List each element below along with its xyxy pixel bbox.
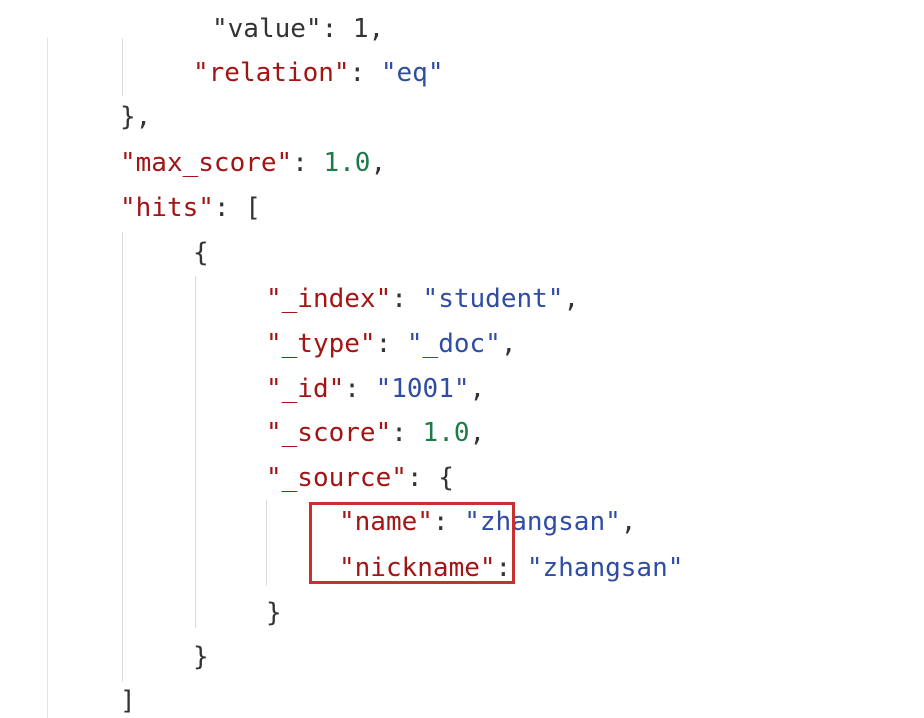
gutter-divider — [47, 38, 48, 718]
code-token: } — [193, 642, 209, 672]
code-token: : — [292, 148, 324, 178]
code-line: ] — [120, 686, 136, 716]
code-token: { — [193, 238, 209, 268]
code-token: "eq" — [380, 58, 444, 88]
indent-guide — [122, 38, 123, 96]
code-line: "_index": "student", — [266, 284, 579, 314]
code-line: } — [193, 642, 209, 672]
code-token: "_doc" — [406, 329, 501, 359]
code-line: { — [193, 238, 209, 268]
indent-guide — [122, 232, 123, 682]
highlight-box — [309, 502, 515, 584]
code-token: : — [344, 374, 376, 404]
code-line: "_type": "_doc", — [266, 329, 516, 359]
code-token: ] — [120, 686, 136, 716]
code-token: , — [469, 418, 486, 448]
code-line: } — [266, 598, 282, 628]
code-token: "_type" — [266, 329, 376, 359]
indent-guide — [195, 276, 196, 628]
code-token: , — [620, 507, 637, 537]
code-token: "_index" — [266, 284, 392, 314]
code-token: "1001" — [375, 374, 470, 404]
code-token: "hits" — [120, 193, 214, 223]
code-token: "_score" — [266, 418, 392, 448]
code-line: "value": 1, — [212, 14, 384, 44]
code-token: , — [370, 148, 387, 178]
code-token: "zhangsan" — [526, 553, 684, 583]
indent-guide — [266, 500, 267, 586]
code-token: : — [375, 329, 407, 359]
code-token: : [ — [213, 193, 261, 223]
code-token: : — [349, 58, 381, 88]
code-token: "value": 1, — [212, 14, 385, 44]
code-token: "student" — [422, 284, 564, 314]
code-line: "relation": "eq" — [193, 58, 443, 88]
code-line: }, — [120, 102, 151, 132]
code-token: : — [391, 418, 423, 448]
code-line: "_source": { — [266, 463, 454, 493]
code-line: "hits": [ — [120, 193, 261, 223]
code-token: , — [500, 329, 517, 359]
code-token: : — [391, 284, 423, 314]
code-token: "_id" — [266, 374, 345, 404]
code-token: }, — [120, 102, 152, 132]
code-token: , — [469, 374, 486, 404]
code-line: "max_score": 1.0, — [120, 148, 386, 178]
code-token: "relation" — [193, 58, 350, 88]
code-token: 1.0 — [323, 148, 371, 178]
code-line: "_score": 1.0, — [266, 418, 485, 448]
code-token: : { — [406, 463, 454, 493]
code-token: "_source" — [266, 463, 407, 493]
code-token: , — [563, 284, 580, 314]
code-token: 1.0 — [422, 418, 470, 448]
code-token: } — [266, 598, 282, 628]
code-line: "_id": "1001", — [266, 374, 485, 404]
code-token: "max_score" — [120, 148, 293, 178]
